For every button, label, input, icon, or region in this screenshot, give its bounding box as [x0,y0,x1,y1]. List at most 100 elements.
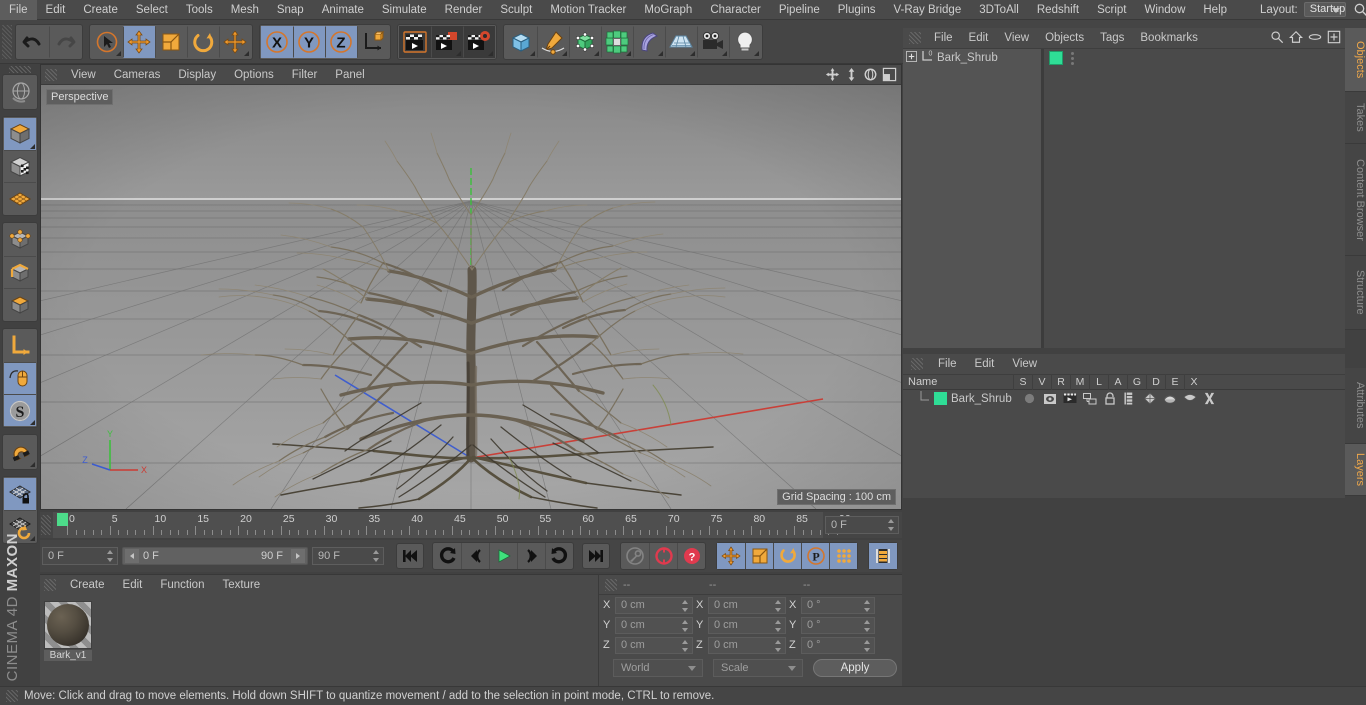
size-y-field[interactable]: 0 cm [708,616,786,634]
axis-x-button[interactable]: X [261,25,293,58]
layer-color-swatch[interactable] [1049,51,1063,65]
ellipse-icon[interactable] [1308,30,1322,47]
coordinate-mode-dropdown[interactable]: Scale [713,659,803,677]
polygon-mesh-button[interactable] [4,182,36,214]
bend-deformer-button[interactable] [633,25,665,58]
layer-color-swatch[interactable] [934,392,947,405]
expand-icon[interactable] [906,51,917,65]
stepper-icon[interactable] [775,619,782,632]
position-y-field[interactable]: 0 cm [615,616,693,634]
enable-axis-button[interactable] [4,362,36,394]
deformers-icon[interactable] [1162,392,1178,406]
rotate-view-icon[interactable] [863,67,878,85]
solo-dot-icon[interactable] [1022,392,1038,406]
viewport-menu-view[interactable]: View [62,65,105,85]
go-to-end-button[interactable] [582,543,610,569]
live-selection-button[interactable] [91,26,123,58]
object-manager-body[interactable]: 0 Bark_Shrub [903,48,1345,349]
stepper-icon[interactable] [682,619,689,632]
rotation-key-button[interactable] [773,543,801,569]
column-header-l[interactable]: L [1089,374,1108,390]
object-tags-area[interactable] [1044,49,1345,349]
lock-icon[interactable] [1102,392,1118,406]
generators-button[interactable] [569,25,601,58]
menu-item-edit[interactable]: Edit [37,0,75,20]
edges-mode-button[interactable] [4,256,36,288]
menu-item-script[interactable]: Script [1088,0,1135,20]
viewport-grip[interactable] [45,68,57,81]
render-settings-button[interactable] [463,25,495,58]
maximize-view-icon[interactable] [882,67,897,85]
material-menu-function[interactable]: Function [151,575,213,595]
material-menu-edit[interactable]: Edit [114,575,152,595]
stepper-icon[interactable] [373,550,380,562]
menu-item-window[interactable]: Window [1135,0,1194,20]
layer-row[interactable]: Bark_Shrub [903,390,1345,407]
column-header-s[interactable]: S [1013,374,1032,390]
home-icon[interactable] [1288,30,1304,47]
param-key-button[interactable]: P [801,543,829,569]
column-header-e[interactable]: E [1165,374,1184,390]
zoom-view-icon[interactable] [844,67,859,85]
record-active-objects-button[interactable] [621,543,649,569]
layout-dropdown[interactable]: Startup [1303,2,1347,17]
status-bar-grip[interactable] [6,690,18,702]
pan-view-icon[interactable] [825,67,840,85]
menu-item-pipeline[interactable]: Pipeline [770,0,829,20]
view-icon[interactable] [1042,392,1058,406]
menu-item-mesh[interactable]: Mesh [222,0,268,20]
step-forward-button[interactable] [517,543,545,569]
render-view-button[interactable] [399,25,431,58]
material-thumbnail[interactable] [44,601,92,649]
preview-range-bar[interactable]: 0 F 90 F [122,547,308,565]
light-button[interactable] [729,25,761,58]
camera-button[interactable] [697,25,729,58]
menu-item-snap[interactable]: Snap [268,0,313,20]
column-header-a[interactable]: A [1108,374,1127,390]
position-key-button[interactable] [717,543,745,569]
mograph-cloner-button[interactable] [601,25,633,58]
menu-item-file[interactable]: File [0,0,37,20]
timeline-grip[interactable] [41,515,51,535]
play-button[interactable] [489,543,517,569]
stepper-icon[interactable] [864,619,871,632]
timeline-playhead[interactable] [57,513,68,526]
range-left-handle[interactable] [125,549,139,563]
keyframe-selection-button[interactable]: ? [677,543,705,569]
material-item[interactable]: Bark_v1 [44,601,92,661]
size-z-field[interactable]: 0 cm [708,636,786,654]
undo-view-button[interactable] [4,76,36,108]
apply-button[interactable]: Apply [813,659,897,677]
stepper-icon[interactable] [107,550,114,562]
coordinates-grip[interactable] [605,578,617,591]
stepper-icon[interactable] [864,599,871,612]
range-right-handle[interactable] [291,549,305,563]
texture-mode-button[interactable] [4,150,36,182]
tab-layers[interactable]: Layers [1345,444,1366,496]
column-header-g[interactable]: G [1127,374,1146,390]
viewport-menu-cameras[interactable]: Cameras [105,65,170,85]
previous-keyframe-button[interactable] [433,543,461,569]
rotation-h-field[interactable]: 0 ° [801,596,875,614]
menu-item-mograph[interactable]: MoGraph [635,0,701,20]
expression-icon[interactable] [1182,392,1198,406]
render-icon[interactable] [1062,392,1078,406]
menu-item-plugins[interactable]: Plugins [829,0,885,20]
timeline-ruler[interactable]: 051015202530354045505560657075808590 [53,512,851,538]
snap-magnet-button[interactable] [4,436,36,468]
autokeying-button[interactable] [649,543,677,569]
soft-selection-button[interactable]: S [4,394,36,426]
viewport-canvas[interactable]: Y X Z Perspective Grid Spacing : 100 cm [41,85,901,509]
column-header-x[interactable]: X [1184,374,1203,390]
rotation-b-field[interactable]: 0 ° [801,636,875,654]
stepper-icon[interactable] [682,639,689,652]
search-icon[interactable] [1270,30,1284,47]
redo-button[interactable] [49,25,81,58]
object-manager-grip[interactable] [909,32,921,44]
menu-item-select[interactable]: Select [127,0,177,20]
next-keyframe-button[interactable] [545,543,573,569]
move-tool-button[interactable] [123,25,155,58]
polygons-mode-button[interactable] [4,288,36,320]
layer-manager-grip[interactable] [911,358,923,370]
material-menu-texture[interactable]: Texture [213,575,269,595]
